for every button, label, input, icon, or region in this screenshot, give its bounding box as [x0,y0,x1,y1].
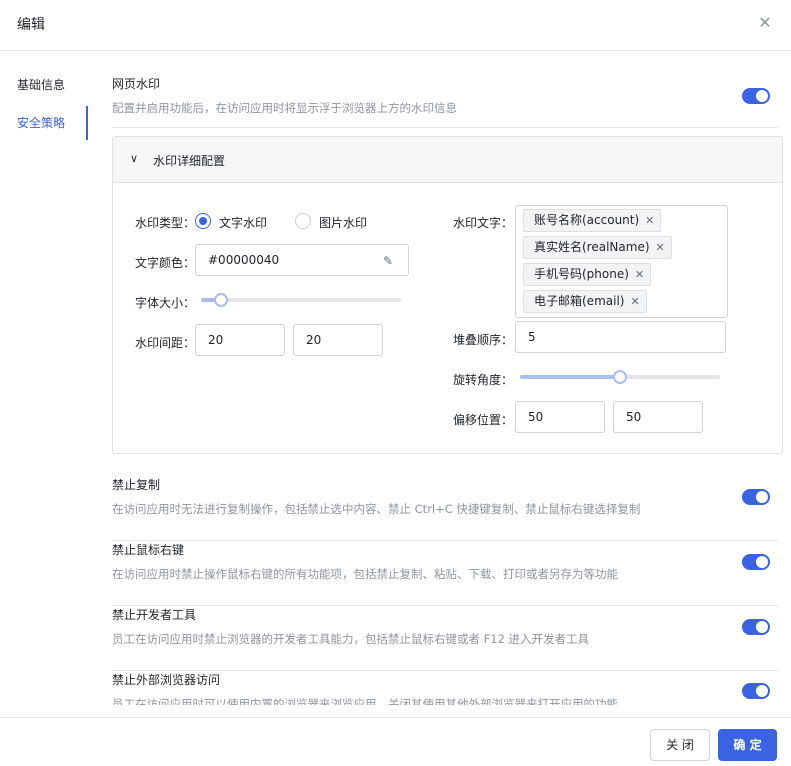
rotate-label: 旋转角度： [453,373,514,387]
font-size-slider[interactable] [201,293,401,307]
radio-text-watermark-label[interactable]: 文字水印 [219,214,267,231]
nav-item-basic-info[interactable]: 基础信息 [0,68,88,102]
tag-account: 账号名称(account) ✕ [523,209,662,232]
rotate-slider-fill [520,375,620,379]
security-policy-content: 网页水印 配置并启用功能后，在访问应用时将显示浮于浏览器上方的水印信息 ∨ 水印… [88,51,791,705]
policy-title: 网页水印 [112,77,161,91]
watermark-text-label: 水印文字： [453,216,514,230]
text-color-label: 文字颜色： [135,256,196,270]
zindex-label: 堆叠顺序： [453,333,514,347]
dialog-footer: 关 闭 确 定 [0,717,791,766]
font-size-label: 字体大小： [135,296,196,310]
offset-label: 偏移位置： [453,413,514,427]
nav-item-security-policy[interactable]: 安全策略 [0,106,88,140]
close-icon[interactable]: ✕ [756,14,774,32]
watermark-text-tags[interactable]: 账号名称(account) ✕ 真实姓名(realName) ✕ 手机号码(phon… [515,205,728,318]
dialog-title: 编辑 [17,17,45,33]
policy-desc: 配置并启用功能后，在访问应用时将显示浮于浏览器上方的水印信息 [112,101,457,115]
policy-desc: 在访问应用时禁止操作鼠标右键的所有功能项，包括禁止复制、粘贴、下载、打印或者另存… [112,567,618,581]
tag-remove-icon[interactable]: ✕ [630,295,639,308]
tag-label: 手机号码(phone) [534,267,629,281]
radio-image-watermark-label[interactable]: 图片水印 [319,214,367,231]
spacing-y-input[interactable]: 20 [293,324,383,356]
chevron-down-icon: ∨ [129,152,139,165]
tag-remove-icon[interactable]: ✕ [645,214,654,227]
policy-title: 禁止外部浏览器访问 [112,673,221,687]
policy-desc: 员工在访问应用时可以使用内置的浏览器来浏览应用，关闭其使用其他外部浏览器来打开应… [112,697,618,705]
tag-remove-icon[interactable]: ✕ [656,241,665,254]
text-color-input[interactable]: #00000040 [195,244,409,276]
policy-disable-external-browser: 禁止外部浏览器访问 员工在访问应用时可以使用内置的浏览器来浏览应用，关闭其使用其… [112,671,778,705]
policy-title: 禁止复制 [112,478,161,492]
font-size-slider-thumb[interactable] [214,293,228,307]
disable-devtools-toggle[interactable] [742,619,770,635]
policy-title: 禁止开发者工具 [112,608,197,622]
policy-watermark: 网页水印 配置并启用功能后，在访问应用时将显示浮于浏览器上方的水印信息 [112,75,778,128]
tag-phone: 手机号码(phone) ✕ [523,263,652,286]
tag-label: 真实姓名(realName) [534,240,650,254]
close-button[interactable]: 关 闭 [650,729,710,761]
zindex-input[interactable]: 5 [515,321,726,353]
side-nav: 基础信息 安全策略 [0,51,88,717]
panel-header[interactable]: ∨ 水印详细配置 [113,137,782,183]
policy-desc: 在访问应用时无法进行复制操作，包括禁止选中内容、禁止 Ctrl+C 快捷键复制、… [112,502,641,516]
spacing-x-input[interactable]: 20 [195,324,285,356]
watermark-type-label: 水印类型： [135,216,196,230]
rotate-slider-thumb[interactable] [613,370,627,384]
disable-copy-toggle[interactable] [742,489,770,505]
confirm-button[interactable]: 确 定 [718,729,777,761]
spacing-label: 水印间距： [135,336,196,350]
tag-email: 电子邮箱(email) ✕ [523,290,647,313]
rotate-slider[interactable] [520,370,720,384]
radio-text-watermark[interactable] [195,213,211,229]
policy-disable-devtools: 禁止开发者工具 员工在访问应用时禁止浏览器的开发者工具能力，包括禁止鼠标右键或者… [112,606,778,671]
tag-label: 账号名称(account) [534,213,640,227]
pencil-icon[interactable]: ✎ [383,254,397,268]
watermark-toggle[interactable] [742,88,770,104]
policy-disable-right-click: 禁止鼠标右键 在访问应用时禁止操作鼠标右键的所有功能项，包括禁止复制、粘贴、下载… [112,541,778,606]
disable-external-browser-toggle[interactable] [742,683,770,699]
policy-desc: 员工在访问应用时禁止浏览器的开发者工具能力，包括禁止鼠标右键或者 F12 进入开… [112,632,590,646]
panel-title: 水印详细配置 [153,154,226,168]
tag-realname: 真实姓名(realName) ✕ [523,236,672,259]
dialog-header: 编辑 ✕ [0,0,791,51]
tag-label: 电子邮箱(email) [534,294,625,308]
radio-image-watermark[interactable] [295,213,311,229]
policy-disable-copy: 禁止复制 在访问应用时无法进行复制操作，包括禁止选中内容、禁止 Ctrl+C 快… [112,476,778,541]
offset-x-input[interactable]: 50 [515,401,605,433]
watermark-config-panel: ∨ 水印详细配置 水印类型： 文字水印 图片水印 文字颜色： #00000040… [112,136,783,454]
policy-title: 禁止鼠标右键 [112,543,185,557]
offset-y-input[interactable]: 50 [613,401,703,433]
tag-remove-icon[interactable]: ✕ [635,268,644,281]
disable-right-click-toggle[interactable] [742,554,770,570]
